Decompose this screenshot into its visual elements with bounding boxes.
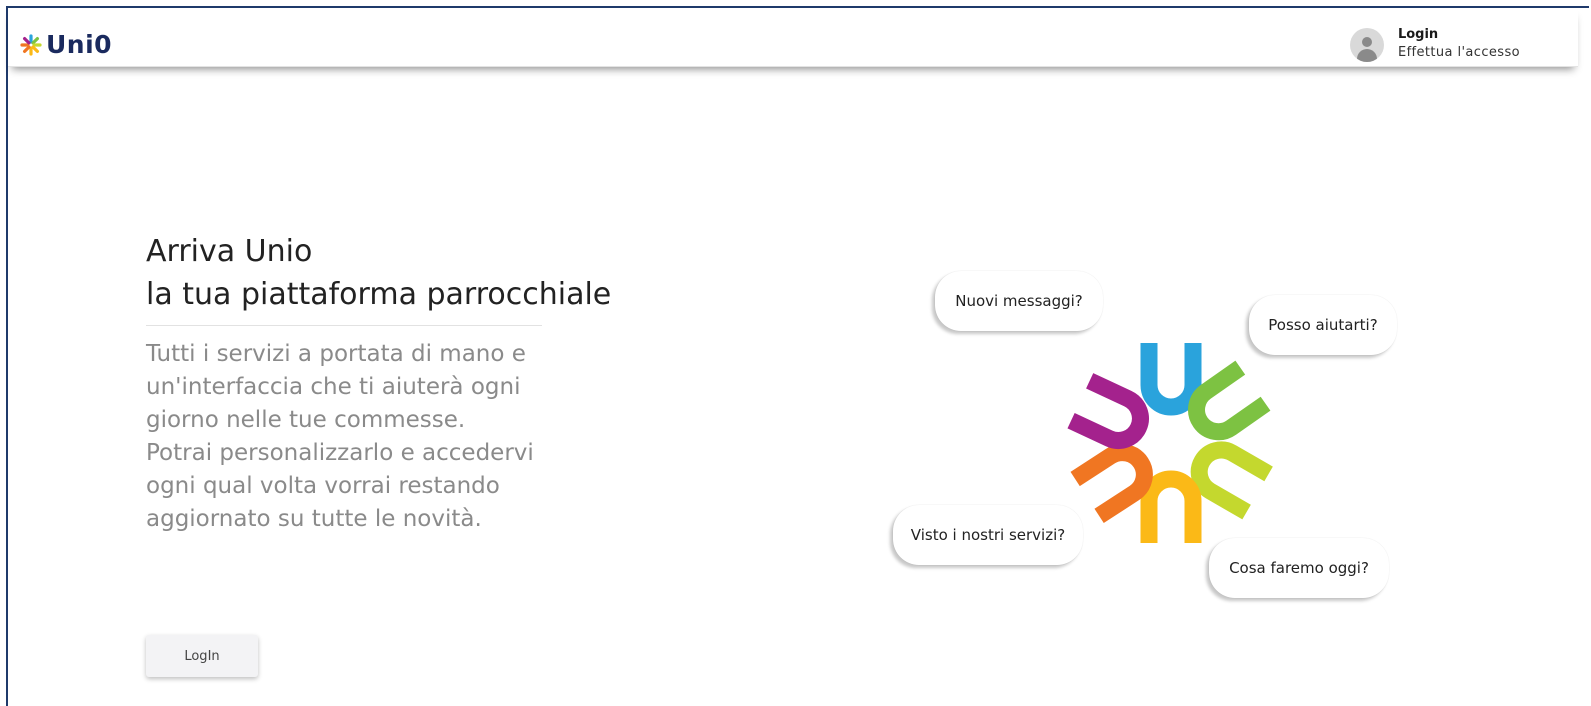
user-login-menu[interactable]: Login Effettua l'accesso [1349,26,1520,62]
hero-divider [146,325,542,326]
avatar-icon [1349,28,1384,62]
hero-description-p1: Tutti i servizi a portata di mano e un'i… [146,341,526,433]
hero-title: Arriva Unio la tua piattaforma parrocchi… [146,230,611,316]
bubble-seen-services: Visto i nostri servizi? [893,505,1083,565]
logo-asterisk-icon [20,33,42,56]
logo[interactable]: Uni0 [20,30,112,59]
hero-title-line2: la tua piattaforma parrocchiale [146,277,612,312]
top-navbar: Uni0 Login Effettua l'accesso [8,8,1578,67]
login-button[interactable]: LogIn [146,635,258,677]
bubble-new-messages: Nuovi messaggi? [935,271,1103,331]
hero-description: Tutti i servizi a portata di mano e un'i… [146,338,546,536]
hero-description-p2: Potrai personalizzarlo e accedervi ogni … [146,440,534,532]
user-login-title: Login [1397,27,1439,42]
logo-text: Uni0 [46,30,113,59]
hero-title-line1: Arriva Unio [146,234,313,269]
unio-emblem-icon [1067,343,1273,543]
user-login-subtitle: Effettua l'accesso [1397,45,1520,60]
